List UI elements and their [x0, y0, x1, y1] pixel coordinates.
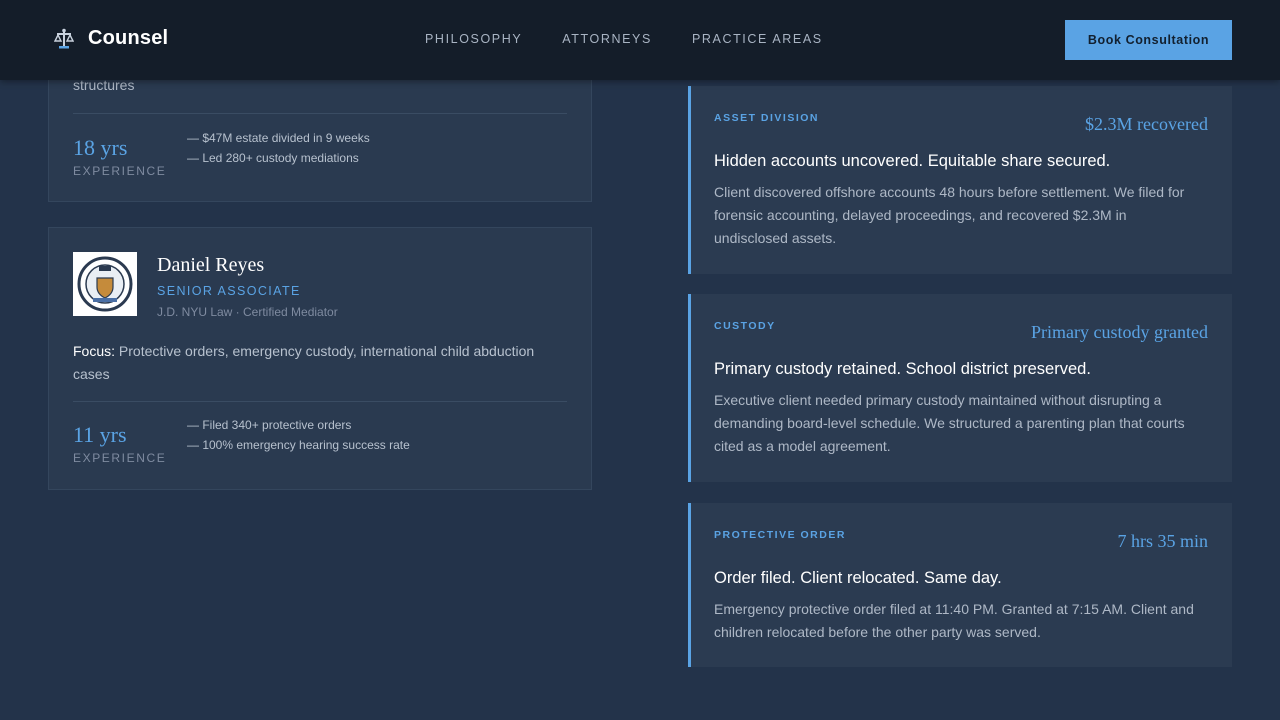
attorney-role: SENIOR ASSOCIATE	[157, 284, 301, 298]
case-body: Emergency protective order filed at 11:4…	[714, 601, 1194, 640]
divider	[73, 401, 567, 402]
main-nav: PHILOSOPHY ATTORNEYS PRACTICE AREAS	[425, 32, 863, 46]
attorney-badge-logo	[73, 252, 137, 316]
focus-text: Protective orders, emergency custody, in…	[73, 343, 535, 382]
top-nav-bar: Counsel PHILOSOPHY ATTORNEYS PRACTICE AR…	[0, 0, 1280, 80]
brand[interactable]: Counsel	[53, 27, 169, 50]
attorney-card: structures 18 yrs EXPERIENCE — $47M esta…	[48, 60, 592, 202]
experience-stat: 11 yrs EXPERIENCE	[73, 422, 166, 465]
focus-label: Focus:	[73, 343, 116, 359]
experience-stat: 18 yrs EXPERIENCE	[73, 135, 166, 178]
case-result: 7 hrs 35 min	[1117, 531, 1208, 551]
experience-years: 18 yrs	[73, 135, 128, 160]
case-result: Primary custody granted	[1031, 322, 1208, 342]
nav-attorneys[interactable]: ATTORNEYS	[562, 32, 652, 46]
nav-philosophy[interactable]: PHILOSOPHY	[425, 32, 522, 46]
case-card-asset-division: ASSET DIVISION $2.3M recovered Hidden ac…	[688, 86, 1232, 274]
case-headline: Primary custody retained. School distric…	[714, 360, 1091, 378]
highlight-item: — Led 280+ custody mediations	[187, 151, 359, 165]
attorney-credentials: J.D. NYU Law · Certified Mediator	[157, 305, 338, 319]
brand-name: Counsel	[88, 27, 169, 49]
case-card-custody: CUSTODY Primary custody granted Primary …	[688, 294, 1232, 482]
highlight-item: — Filed 340+ protective orders	[187, 418, 352, 432]
case-tag: CUSTODY	[714, 320, 776, 332]
page: Counsel PHILOSOPHY ATTORNEYS PRACTICE AR…	[0, 0, 1280, 720]
nav-practice-areas[interactable]: PRACTICE AREAS	[692, 32, 823, 46]
attorney-focus: Focus: Protective orders, emergency cust…	[73, 340, 563, 386]
book-consultation-button[interactable]: Book Consultation	[1065, 20, 1232, 60]
case-body: Client discovered offshore accounts 48 h…	[714, 184, 1185, 246]
case-tag: PROTECTIVE ORDER	[714, 529, 846, 541]
experience-label: EXPERIENCE	[73, 164, 167, 178]
scales-icon	[53, 28, 75, 50]
case-body: Executive client needed primary custody …	[714, 392, 1185, 454]
experience-years: 11 yrs	[73, 422, 127, 447]
attorney-name: Daniel Reyes	[157, 254, 265, 276]
attorney-card-daniel-reyes: Daniel Reyes SENIOR ASSOCIATE J.D. NYU L…	[48, 227, 592, 490]
attorney-highlights: — Filed 340+ protective orders — 100% em…	[187, 415, 410, 455]
case-headline: Hidden accounts uncovered. Equitable sha…	[714, 152, 1111, 170]
case-result: $2.3M recovered	[1085, 114, 1208, 134]
experience-label: EXPERIENCE	[73, 451, 167, 465]
highlight-item: — 100% emergency hearing success rate	[187, 438, 410, 452]
divider	[73, 113, 567, 114]
highlight-item: — $47M estate divided in 9 weeks	[187, 131, 370, 145]
case-headline: Order filed. Client relocated. Same day.	[714, 569, 1002, 587]
attorney-highlights: — $47M estate divided in 9 weeks — Led 2…	[187, 128, 370, 168]
case-tag: ASSET DIVISION	[714, 112, 820, 124]
case-card-protective-order: PROTECTIVE ORDER 7 hrs 35 min Order file…	[688, 503, 1232, 667]
